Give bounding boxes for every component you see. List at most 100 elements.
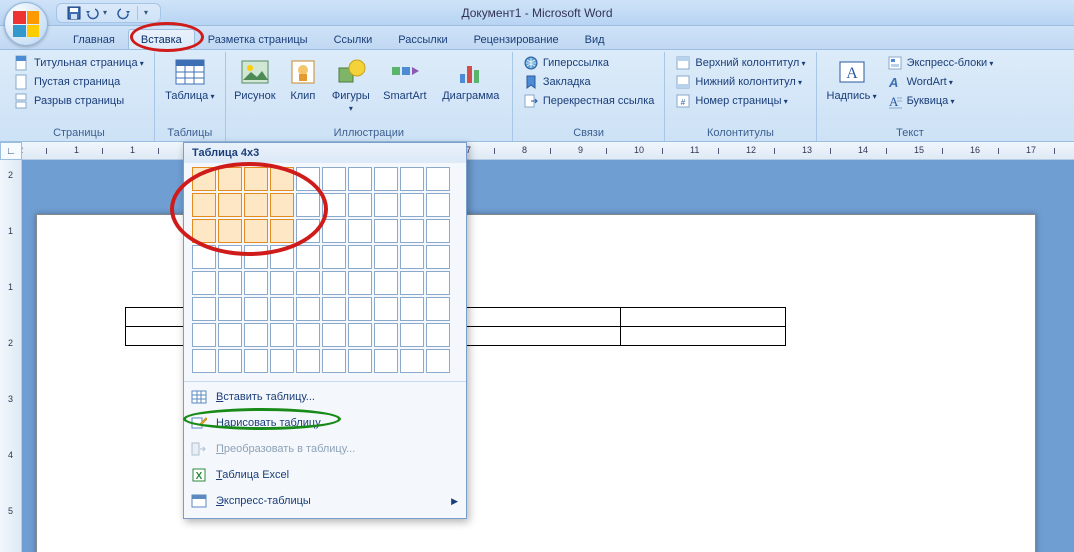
tab-home[interactable]: Главная	[60, 29, 128, 49]
grid-cell[interactable]	[296, 193, 320, 217]
grid-cell[interactable]	[270, 271, 294, 295]
grid-cell[interactable]	[348, 297, 372, 321]
table-grid-picker[interactable]	[184, 163, 466, 379]
picture-button[interactable]: Рисунок	[232, 54, 278, 104]
draw-table-item[interactable]: Нарисовать таблицу	[184, 410, 466, 436]
grid-cell[interactable]	[400, 219, 424, 243]
undo-dropdown-icon[interactable]: ▾	[103, 8, 113, 17]
grid-cell[interactable]	[270, 297, 294, 321]
grid-cell[interactable]	[426, 219, 450, 243]
tab-selector[interactable]: ∟	[0, 142, 22, 160]
grid-cell[interactable]	[296, 323, 320, 347]
grid-cell[interactable]	[426, 297, 450, 321]
grid-cell[interactable]	[244, 323, 268, 347]
grid-cell[interactable]	[192, 349, 216, 373]
bookmark-button[interactable]: Закладка	[519, 73, 659, 91]
grid-cell[interactable]	[270, 245, 294, 269]
grid-cell[interactable]	[374, 193, 398, 217]
grid-cell[interactable]	[296, 245, 320, 269]
pagenum-button[interactable]: # Номер страницы	[671, 92, 809, 110]
grid-cell[interactable]	[374, 219, 398, 243]
grid-cell[interactable]	[426, 167, 450, 191]
grid-cell[interactable]	[270, 193, 294, 217]
grid-cell[interactable]	[348, 245, 372, 269]
undo-icon[interactable]	[85, 6, 99, 20]
grid-cell[interactable]	[244, 297, 268, 321]
tab-references[interactable]: Ссылки	[321, 29, 386, 49]
grid-cell[interactable]	[348, 323, 372, 347]
grid-cell[interactable]	[400, 193, 424, 217]
insert-table-item[interactable]: Вставить таблицу...	[184, 384, 466, 410]
grid-cell[interactable]	[374, 245, 398, 269]
grid-cell[interactable]	[322, 167, 346, 191]
horizontal-ruler[interactable]: 3211234567891011121314151617	[22, 142, 1074, 159]
grid-cell[interactable]	[192, 219, 216, 243]
grid-cell[interactable]	[426, 245, 450, 269]
grid-cell[interactable]	[348, 193, 372, 217]
grid-cell[interactable]	[322, 193, 346, 217]
tab-insert[interactable]: Вставка	[128, 29, 195, 49]
vertical-ruler[interactable]: 2112345	[0, 160, 22, 552]
grid-cell[interactable]	[400, 297, 424, 321]
grid-cell[interactable]	[218, 193, 242, 217]
grid-cell[interactable]	[218, 167, 242, 191]
crossref-button[interactable]: Перекрестная ссылка	[519, 92, 659, 110]
grid-cell[interactable]	[400, 245, 424, 269]
grid-cell[interactable]	[374, 349, 398, 373]
header-button[interactable]: Верхний колонтитул	[671, 54, 809, 72]
grid-cell[interactable]	[192, 323, 216, 347]
tab-layout[interactable]: Разметка страницы	[195, 29, 321, 49]
grid-cell[interactable]	[244, 167, 268, 191]
grid-cell[interactable]	[322, 323, 346, 347]
wordart-button[interactable]: A WordArt	[883, 73, 998, 91]
grid-cell[interactable]	[400, 271, 424, 295]
grid-cell[interactable]	[192, 297, 216, 321]
grid-cell[interactable]	[322, 297, 346, 321]
grid-cell[interactable]	[296, 297, 320, 321]
tab-review[interactable]: Рецензирование	[461, 29, 572, 49]
grid-cell[interactable]	[374, 167, 398, 191]
grid-cell[interactable]	[244, 193, 268, 217]
grid-cell[interactable]	[218, 349, 242, 373]
grid-cell[interactable]	[296, 219, 320, 243]
grid-cell[interactable]	[270, 167, 294, 191]
grid-cell[interactable]	[218, 323, 242, 347]
smartart-button[interactable]: SmartArt	[376, 54, 434, 104]
page-break-button[interactable]: Разрыв страницы	[10, 92, 148, 110]
grid-cell[interactable]	[296, 167, 320, 191]
tab-view[interactable]: Вид	[572, 29, 618, 49]
clip-button[interactable]: Клип	[280, 54, 326, 104]
grid-cell[interactable]	[374, 323, 398, 347]
grid-cell[interactable]	[244, 349, 268, 373]
save-icon[interactable]	[67, 6, 81, 20]
cover-page-button[interactable]: Титульная страница	[10, 54, 148, 72]
grid-cell[interactable]	[426, 271, 450, 295]
grid-cell[interactable]	[400, 323, 424, 347]
grid-cell[interactable]	[374, 297, 398, 321]
grid-cell[interactable]	[296, 271, 320, 295]
grid-cell[interactable]	[244, 219, 268, 243]
excel-table-item[interactable]: X Таблица Excel	[184, 462, 466, 488]
table-button[interactable]: Таблица	[161, 54, 219, 104]
grid-cell[interactable]	[374, 271, 398, 295]
grid-cell[interactable]	[192, 271, 216, 295]
blank-page-button[interactable]: Пустая страница	[10, 73, 148, 91]
quick-tables-item[interactable]: Экспресс-таблицы ▶	[184, 488, 466, 514]
grid-cell[interactable]	[426, 193, 450, 217]
grid-cell[interactable]	[218, 219, 242, 243]
grid-cell[interactable]	[322, 271, 346, 295]
grid-cell[interactable]	[244, 245, 268, 269]
chart-button[interactable]: Диаграмма	[436, 54, 506, 104]
shapes-button[interactable]: Фигуры	[328, 54, 374, 116]
grid-cell[interactable]	[348, 349, 372, 373]
grid-cell[interactable]	[192, 245, 216, 269]
grid-cell[interactable]	[426, 323, 450, 347]
grid-cell[interactable]	[348, 219, 372, 243]
grid-cell[interactable]	[400, 167, 424, 191]
grid-cell[interactable]	[270, 219, 294, 243]
grid-cell[interactable]	[322, 349, 346, 373]
grid-cell[interactable]	[270, 323, 294, 347]
hyperlink-button[interactable]: Гиперссылка	[519, 54, 659, 72]
grid-cell[interactable]	[244, 271, 268, 295]
grid-cell[interactable]	[348, 167, 372, 191]
